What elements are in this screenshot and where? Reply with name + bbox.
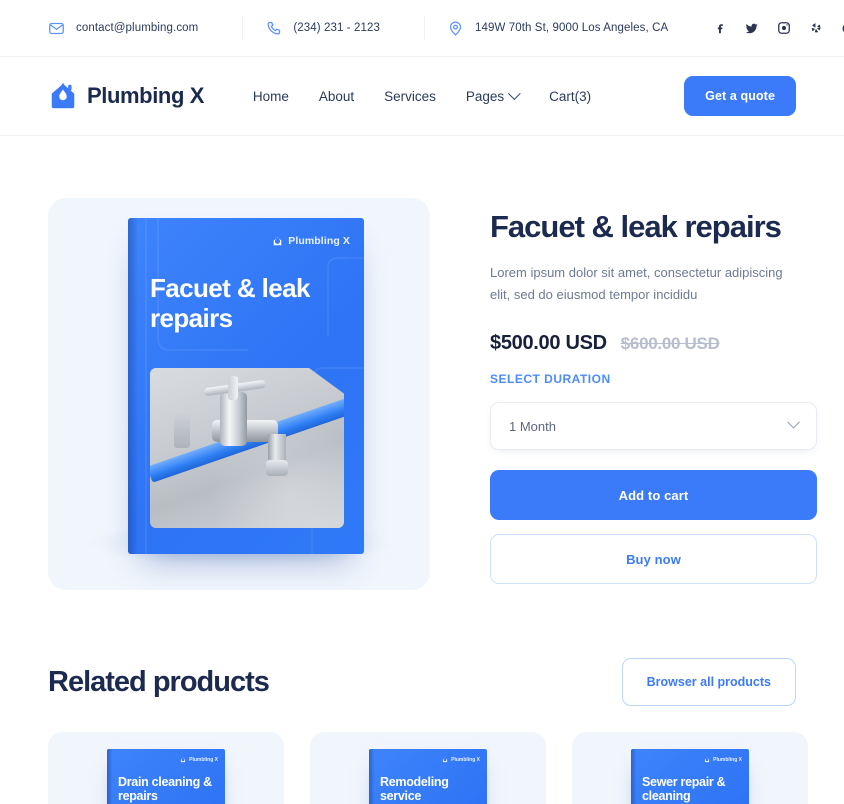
get-a-quote-button[interactable]: Get a quote — [684, 76, 796, 116]
product-details: Facuet & leak repairs Lorem ipsum dolor … — [490, 198, 817, 590]
product-cover-image: Plumbling X Facuet & leak repairs — [128, 218, 364, 554]
nav-item-about[interactable]: About — [319, 89, 354, 104]
related-cover-image: Plumbling X Sewer repair & cleaning — [631, 749, 749, 804]
nav-item-home-label: Home — [252, 88, 289, 104]
nav-item-home[interactable]: Home — [253, 89, 289, 104]
product-description: Lorem ipsum dolor sit amet, consectetur … — [490, 264, 783, 303]
photo-wall-seam — [174, 414, 190, 448]
select-duration-label: SELECT DURATION — [490, 372, 611, 387]
chevron-down-icon — [508, 86, 522, 100]
product-price-old: $600.00 USD — [620, 334, 720, 354]
contact-email[interactable]: contact@plumbing.com — [48, 16, 220, 40]
related-product-title: Remodeling service — [380, 775, 449, 803]
nav-item-services[interactable]: Services — [384, 89, 436, 104]
browse-all-products-button[interactable]: Browser all products — [621, 658, 796, 706]
facebook-icon[interactable] — [712, 21, 727, 36]
duration-select-value: 1 Month — [509, 418, 556, 434]
add-to-cart-button[interactable]: Add to cart — [490, 470, 817, 521]
mail-icon — [49, 22, 64, 34]
related-cover-image: Plumbling X Remodeling service — [369, 749, 487, 804]
main-nav: Plumbing X Home About Services Pages Car… — [0, 57, 844, 136]
nav-item-about-label: About — [318, 88, 355, 104]
cover-droplet-house-icon — [443, 757, 448, 763]
cover-title: Facuet & leak repairs — [150, 273, 310, 333]
plumbing-droplet-house-logo-icon — [51, 82, 75, 109]
contact-address[interactable]: 149W 70th St, 9000 Los Angeles, CA — [423, 16, 690, 40]
related-products-header: Related products Browser all products — [0, 658, 844, 706]
twitter-icon[interactable] — [744, 21, 759, 36]
related-product-title: Sewer repair & cleaning — [642, 775, 726, 803]
cover-droplet-house-icon — [181, 757, 186, 763]
product-title: Facuet & leak repairs — [490, 209, 782, 244]
related-products-list: Plumbling X Drain cleaning & repairs Plu… — [0, 732, 844, 804]
cover-logo-text: Plumbling X — [288, 235, 350, 247]
photo-faucet-stem — [220, 392, 247, 446]
nav-menu: Home About Services Pages Cart(3) — [253, 86, 591, 104]
cover-droplet-house-icon — [705, 757, 710, 763]
buy-now-button[interactable]: Buy now — [490, 534, 817, 585]
photo-faucet-handle-vertical — [228, 376, 238, 400]
brand-name: Plumbing X — [87, 83, 205, 108]
mini-cover-logo: Plumbling X — [180, 757, 218, 763]
contact-phone[interactable]: (234) 231 - 2123 — [242, 16, 402, 40]
duration-select[interactable]: 1 Month — [490, 402, 817, 451]
nav-item-cart-label: Cart(3) — [549, 88, 592, 104]
google-icon[interactable] — [840, 21, 844, 36]
cover-logo: Plumbling X — [272, 235, 350, 247]
related-product-card[interactable]: Plumbling X Remodeling service — [310, 732, 546, 804]
cover-droplet-house-icon — [273, 236, 282, 245]
mini-cover-logo-text: Plumbling X — [189, 757, 218, 763]
instagram-icon[interactable] — [776, 21, 791, 36]
location-pin-icon — [449, 21, 462, 36]
brand-logo[interactable]: Plumbing X — [48, 81, 204, 111]
product-price: $500.00 USD — [490, 332, 607, 355]
photo-faucet-nut — [266, 460, 288, 476]
social-links — [712, 21, 844, 36]
related-products-title: Related products — [48, 665, 270, 698]
chevron-down-icon — [787, 415, 800, 429]
product-gallery[interactable]: Plumbling X Facuet & leak repairs — [48, 198, 430, 590]
nav-item-pages-label: Pages — [465, 88, 505, 104]
related-product-card[interactable]: Plumbling X Drain cleaning & repairs — [48, 732, 284, 804]
product-section: Plumbling X Facuet & leak repairs Facuet… — [0, 136, 844, 590]
faucet-photo — [150, 368, 344, 528]
mini-cover-logo: Plumbling X — [704, 757, 742, 763]
topbar: contact@plumbing.com (234) 231 - 2123 14… — [0, 0, 844, 57]
related-product-title: Drain cleaning & repairs — [118, 775, 212, 803]
mini-cover-logo: Plumbling X — [442, 757, 480, 763]
nav-item-cart[interactable]: Cart(3) — [549, 89, 591, 104]
price-row: $500.00 USD $600.00 USD — [490, 332, 796, 355]
nav-item-services-label: Services — [384, 88, 436, 104]
contact-email-text: contact@plumbing.com — [76, 22, 199, 34]
contact-phone-text: (234) 231 - 2123 — [293, 22, 380, 34]
mini-cover-logo-text: Plumbling X — [713, 757, 742, 763]
yelp-icon[interactable] — [808, 21, 823, 36]
topbar-contacts: contact@plumbing.com (234) 231 - 2123 14… — [48, 16, 712, 40]
mini-cover-logo-text: Plumbling X — [451, 757, 480, 763]
contact-address-text: 149W 70th St, 9000 Los Angeles, CA — [474, 22, 669, 34]
phone-icon — [267, 21, 281, 34]
related-cover-image: Plumbling X Drain cleaning & repairs — [107, 749, 225, 804]
nav-item-pages[interactable]: Pages — [465, 86, 522, 104]
related-product-card[interactable]: Plumbling X Sewer repair & cleaning — [572, 732, 808, 804]
